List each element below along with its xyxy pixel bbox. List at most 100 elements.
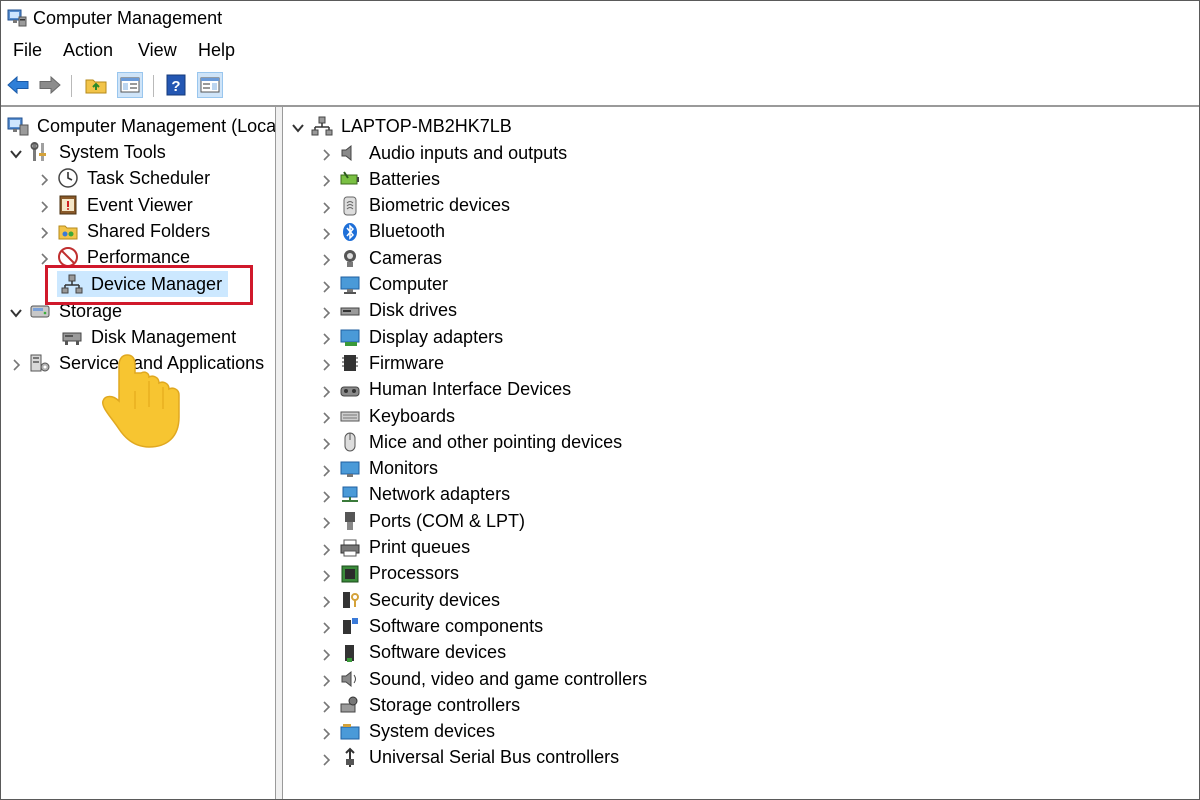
- device-category-universal-serial-bus-controllers[interactable]: Universal Serial Bus controllers: [319, 745, 619, 771]
- event-log-icon: [57, 194, 79, 216]
- chevron-right-icon[interactable]: [319, 514, 333, 529]
- properties-pane-icon[interactable]: [197, 72, 223, 98]
- chevron-right-icon[interactable]: [319, 698, 333, 713]
- device-category-icon: [339, 195, 361, 217]
- tree-item-event-viewer[interactable]: Event Viewer: [37, 192, 193, 218]
- chevron-right-icon[interactable]: [319, 672, 333, 687]
- device-category-keyboards[interactable]: Keyboards: [319, 403, 455, 429]
- tree-item-computer-management-root[interactable]: Computer Management (Local: [7, 113, 275, 139]
- menu-view[interactable]: View: [136, 40, 179, 61]
- toolbar: ?: [1, 69, 1199, 103]
- menu-help[interactable]: Help: [196, 40, 237, 61]
- device-tree-pane: LAPTOP-MB2HK7LB Audio inputs and outputs…: [283, 107, 1199, 799]
- device-category-icon: [339, 405, 361, 427]
- device-category-label: Audio inputs and outputs: [369, 142, 568, 163]
- tree-item-label: Disk Management: [91, 326, 237, 347]
- device-category-disk-drives[interactable]: Disk drives: [319, 298, 457, 324]
- chevron-right-icon[interactable]: [37, 224, 51, 239]
- chevron-right-icon[interactable]: [319, 488, 333, 503]
- chevron-right-icon[interactable]: [319, 593, 333, 608]
- device-category-print-queues[interactable]: Print queues: [319, 535, 470, 561]
- device-category-sound-video-and-game-controllers[interactable]: Sound, video and game controllers: [319, 666, 647, 692]
- device-category-label: Human Interface Devices: [369, 379, 572, 400]
- chevron-right-icon[interactable]: [319, 725, 333, 740]
- chevron-right-icon[interactable]: [37, 171, 51, 186]
- help-icon[interactable]: ?: [163, 72, 189, 98]
- device-category-firmware[interactable]: Firmware: [319, 350, 444, 376]
- chevron-right-icon[interactable]: [319, 383, 333, 398]
- device-category-icon: [339, 168, 361, 190]
- tree-item-computer-root[interactable]: LAPTOP-MB2HK7LB: [291, 113, 512, 139]
- tree-item-performance[interactable]: Performance: [37, 244, 190, 270]
- chevron-right-icon[interactable]: [319, 435, 333, 450]
- device-category-security-devices[interactable]: Security devices: [319, 587, 500, 613]
- device-category-human-interface-devices[interactable]: Human Interface Devices: [319, 377, 571, 403]
- device-category-display-adapters[interactable]: Display adapters: [319, 324, 503, 350]
- chevron-right-icon[interactable]: [319, 646, 333, 661]
- chevron-down-icon[interactable]: [9, 304, 23, 318]
- chevron-right-icon[interactable]: [319, 619, 333, 634]
- performance-icon: [57, 246, 79, 268]
- device-category-audio-inputs-and-outputs[interactable]: Audio inputs and outputs: [319, 140, 567, 166]
- device-category-icon: [339, 537, 361, 559]
- device-category-processors[interactable]: Processors: [319, 561, 459, 587]
- chevron-right-icon[interactable]: [319, 462, 333, 477]
- chevron-right-icon[interactable]: [319, 567, 333, 582]
- chevron-right-icon[interactable]: [319, 251, 333, 266]
- chevron-right-icon[interactable]: [319, 330, 333, 345]
- chevron-right-icon[interactable]: [319, 146, 333, 161]
- chevron-right-icon[interactable]: [9, 356, 23, 371]
- device-category-computer[interactable]: Computer: [319, 272, 448, 298]
- tree-item-device-manager[interactable]: Device Manager: [57, 271, 229, 297]
- chevron-right-icon[interactable]: [319, 409, 333, 424]
- device-category-software-devices[interactable]: Software devices: [319, 640, 506, 666]
- chevron-right-icon[interactable]: [319, 304, 333, 319]
- chevron-right-icon[interactable]: [319, 172, 333, 187]
- device-category-cameras[interactable]: Cameras: [319, 245, 442, 271]
- tree-item-services-and-applications[interactable]: Services and Applications: [9, 350, 264, 376]
- device-category-software-components[interactable]: Software components: [319, 613, 543, 639]
- device-category-monitors[interactable]: Monitors: [319, 456, 438, 482]
- tree-item-task-scheduler[interactable]: Task Scheduler: [37, 165, 210, 191]
- chevron-right-icon[interactable]: [319, 199, 333, 214]
- device-category-network-adapters[interactable]: Network adapters: [319, 482, 510, 508]
- chevron-down-icon[interactable]: [291, 119, 305, 133]
- device-category-biometric-devices[interactable]: Biometric devices: [319, 193, 510, 219]
- device-category-mice-and-other-pointing-devices[interactable]: Mice and other pointing devices: [319, 429, 622, 455]
- chevron-right-icon[interactable]: [319, 751, 333, 766]
- tree-item-shared-folders[interactable]: Shared Folders: [37, 218, 210, 244]
- show-hide-console-tree-icon[interactable]: [117, 72, 143, 98]
- menu-file[interactable]: File: [11, 40, 44, 61]
- device-category-icon: [339, 589, 361, 611]
- chevron-right-icon[interactable]: [319, 541, 333, 556]
- back-arrow-icon[interactable]: [5, 72, 31, 98]
- device-category-storage-controllers[interactable]: Storage controllers: [319, 692, 520, 718]
- device-category-bluetooth[interactable]: Bluetooth: [319, 219, 445, 245]
- device-category-system-devices[interactable]: System devices: [319, 719, 495, 745]
- device-category-icon: [339, 563, 361, 585]
- disk-management-icon: [61, 326, 83, 348]
- menu-action[interactable]: Action: [61, 40, 115, 61]
- computer-management-icon: [7, 115, 29, 137]
- pane-splitter[interactable]: [275, 107, 283, 799]
- device-category-icon: [339, 615, 361, 637]
- computer-management-window: Computer Management File Action View Hel…: [0, 0, 1200, 800]
- chevron-down-icon[interactable]: [9, 145, 23, 159]
- chevron-right-icon[interactable]: [319, 356, 333, 371]
- device-category-icon: [339, 300, 361, 322]
- device-category-label: Firmware: [369, 352, 444, 373]
- tree-item-system-tools[interactable]: System Tools: [9, 139, 166, 165]
- tree-item-storage[interactable]: Storage: [9, 298, 122, 324]
- tree-item-disk-management[interactable]: Disk Management: [57, 324, 236, 350]
- chevron-right-icon[interactable]: [37, 198, 51, 213]
- device-category-ports-com-lpt[interactable]: Ports (COM & LPT): [319, 508, 525, 534]
- chevron-right-icon[interactable]: [37, 250, 51, 265]
- services-icon: [29, 352, 51, 374]
- up-folder-icon[interactable]: [83, 72, 109, 98]
- forward-arrow-icon[interactable]: [37, 72, 63, 98]
- chevron-right-icon[interactable]: [319, 278, 333, 293]
- tree-item-label: Shared Folders: [87, 220, 211, 241]
- device-category-batteries[interactable]: Batteries: [319, 166, 440, 192]
- chevron-right-icon[interactable]: [319, 225, 333, 240]
- device-category-label: Security devices: [369, 589, 501, 610]
